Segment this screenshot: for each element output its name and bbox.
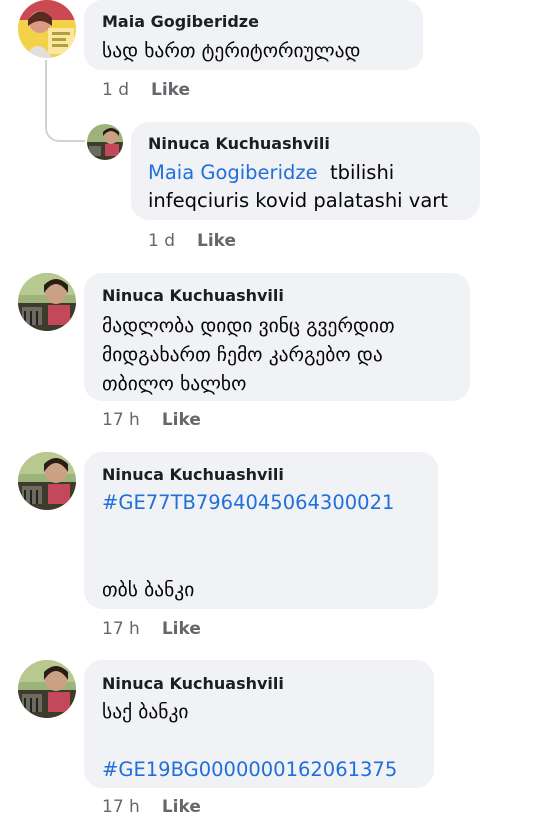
comment-author[interactable]: Ninuca Kuchuashvili — [148, 134, 330, 153]
avatar-ninuca[interactable] — [87, 124, 123, 160]
comment-author[interactable]: Ninuca Kuchuashvili — [102, 674, 284, 693]
hashtag-link[interactable]: #GE77TB7964045064300021 — [102, 488, 394, 517]
comment-meta: 17 h Like — [102, 797, 201, 817]
avatar-ninuca[interactable] — [18, 660, 76, 718]
comment-text: თბს ბანკი — [102, 578, 195, 601]
comment-time[interactable]: 17 h — [102, 797, 140, 817]
avatar-maia[interactable] — [18, 0, 76, 58]
like-button[interactable]: Like — [197, 231, 236, 251]
comment-meta: 17 h Like — [102, 410, 201, 430]
comment-time[interactable]: 1 d — [148, 231, 175, 251]
comment-text-line: თბილო ხალხო — [102, 372, 247, 395]
comment-time[interactable]: 17 h — [102, 619, 140, 639]
comment-text-line2: infeqciuris kovid palatashi vart — [148, 189, 448, 212]
comment-text: Maia Gogiberidze tbilishi — [148, 158, 394, 187]
comment-text: სად ხართ ტერიტორიულად — [102, 39, 361, 62]
avatar-ninuca[interactable] — [18, 452, 76, 510]
comment-author[interactable]: Ninuca Kuchuashvili — [102, 465, 284, 484]
comment-meta: 1 d Like — [148, 231, 236, 251]
hashtag-link[interactable]: #GE19BG0000000162061375 — [102, 755, 397, 784]
comment-author[interactable]: Ninuca Kuchuashvili — [102, 286, 284, 305]
like-button[interactable]: Like — [162, 619, 201, 639]
comment-meta: 17 h Like — [102, 619, 201, 639]
comment-author[interactable]: Maia Gogiberidze — [102, 12, 259, 31]
comment-time[interactable]: 17 h — [102, 410, 140, 430]
comment-meta: 1 d Like — [102, 80, 190, 100]
like-button[interactable]: Like — [162, 410, 201, 430]
comment-text-line: მიდგახართ ჩემო კარგებო და — [102, 343, 383, 366]
comment-time[interactable]: 1 d — [102, 80, 129, 100]
avatar-ninuca[interactable] — [18, 273, 76, 331]
reply-thread-line — [45, 60, 85, 142]
text-segment: tbilishi — [330, 161, 395, 184]
like-button[interactable]: Like — [162, 797, 201, 817]
comment-text: საქ ბანკი — [102, 700, 189, 723]
mention-link[interactable]: Maia Gogiberidze — [148, 161, 318, 184]
comment-text-line: მადლობა დიდი ვინც გვერდით — [102, 314, 395, 337]
like-button[interactable]: Like — [151, 80, 190, 100]
